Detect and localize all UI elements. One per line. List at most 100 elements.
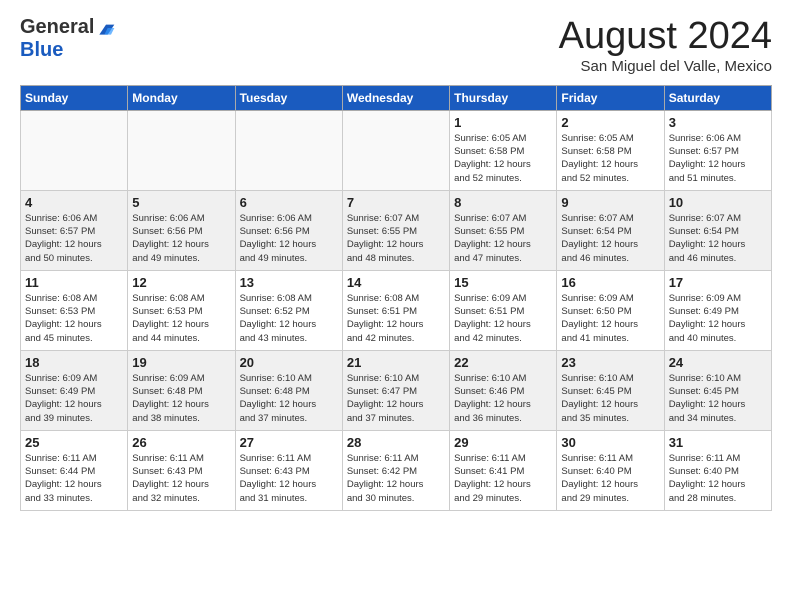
day-number: 21 (347, 355, 445, 370)
day-number: 25 (25, 435, 123, 450)
table-row: 12Sunrise: 6:08 AM Sunset: 6:53 PM Dayli… (128, 270, 235, 350)
calendar-row: 4Sunrise: 6:06 AM Sunset: 6:57 PM Daylig… (21, 190, 772, 270)
day-info: Sunrise: 6:06 AM Sunset: 6:56 PM Dayligh… (240, 212, 338, 265)
table-row: 28 Sunrise: 6:11 AM Sunset: 6:42 PM Dayli… (342, 430, 449, 510)
table-row: 19Sunrise: 6:09 AM Sunset: 6:48 PM Dayli… (128, 350, 235, 430)
table-row: 24 Sunrise: 6:10 AM Sunset: 6:45 PM Dayli… (664, 350, 771, 430)
day-number: 31 (669, 435, 767, 450)
logo-blue: Blue (20, 39, 63, 62)
calendar-row: 11 Sunrise: 6:08 AM Sunset: 6:53 PM Dayli… (21, 270, 772, 350)
day-number: 1 (454, 115, 552, 130)
day-number: 23 (561, 355, 659, 370)
day-info: Sunrise: 6:08 AM Sunset: 6:52 PM Dayligh… (240, 292, 338, 345)
location: San Miguel del Valle, Mexico (559, 58, 772, 75)
day-info: Sunrise: 6:10 AM Sunset: 6:45 PM Dayligh… (669, 372, 767, 425)
col-friday: Friday (557, 85, 664, 110)
day-number: 13 (240, 275, 338, 290)
day-number: 29 (454, 435, 552, 450)
table-row (128, 110, 235, 190)
day-number: 17 (669, 275, 767, 290)
day-number: 11 (25, 275, 123, 290)
table-row: 25 Sunrise: 6:11 AM Sunset: 6:44 PM Dayli… (21, 430, 128, 510)
table-row: 26 Sunrise: 6:11 AM Sunset: 6:43 PM Dayli… (128, 430, 235, 510)
day-number: 7 (347, 195, 445, 210)
day-number: 15 (454, 275, 552, 290)
calendar-row: 18Sunrise: 6:09 AM Sunset: 6:49 PM Dayli… (21, 350, 772, 430)
table-row: 3Sunrise: 6:06 AM Sunset: 6:57 PM Daylig… (664, 110, 771, 190)
logo-icon (96, 18, 116, 38)
day-number: 9 (561, 195, 659, 210)
day-number: 16 (561, 275, 659, 290)
day-number: 6 (240, 195, 338, 210)
table-row: 27Sunrise: 6:11 AM Sunset: 6:43 PM Dayli… (235, 430, 342, 510)
table-row: 21 Sunrise: 6:10 AM Sunset: 6:47 PM Dayli… (342, 350, 449, 430)
day-number: 30 (561, 435, 659, 450)
calendar-row: 25 Sunrise: 6:11 AM Sunset: 6:44 PM Dayli… (21, 430, 772, 510)
day-info: Sunrise: 6:06 AM Sunset: 6:57 PM Dayligh… (25, 212, 123, 265)
table-row: 2Sunrise: 6:05 AM Sunset: 6:58 PM Daylig… (557, 110, 664, 190)
day-info: Sunrise: 6:09 AM Sunset: 6:50 PM Dayligh… (561, 292, 659, 345)
day-info: Sunrise: 6:11 AM Sunset: 6:44 PM Dayligh… (25, 452, 123, 505)
day-info: Sunrise: 6:07 AM Sunset: 6:55 PM Dayligh… (347, 212, 445, 265)
day-number: 24 (669, 355, 767, 370)
day-info: Sunrise: 6:10 AM Sunset: 6:45 PM Dayligh… (561, 372, 659, 425)
table-row: 31Sunrise: 6:11 AM Sunset: 6:40 PM Dayli… (664, 430, 771, 510)
day-info: Sunrise: 6:09 AM Sunset: 6:51 PM Dayligh… (454, 292, 552, 345)
day-info: Sunrise: 6:06 AM Sunset: 6:57 PM Dayligh… (669, 132, 767, 185)
day-info: Sunrise: 6:11 AM Sunset: 6:42 PM Dayligh… (347, 452, 445, 505)
table-row: 9 Sunrise: 6:07 AM Sunset: 6:54 PM Daylig… (557, 190, 664, 270)
table-row: 6 Sunrise: 6:06 AM Sunset: 6:56 PM Daylig… (235, 190, 342, 270)
day-info: Sunrise: 6:11 AM Sunset: 6:41 PM Dayligh… (454, 452, 552, 505)
day-info: Sunrise: 6:07 AM Sunset: 6:55 PM Dayligh… (454, 212, 552, 265)
table-row: 11 Sunrise: 6:08 AM Sunset: 6:53 PM Dayli… (21, 270, 128, 350)
day-info: Sunrise: 6:05 AM Sunset: 6:58 PM Dayligh… (454, 132, 552, 185)
col-saturday: Saturday (664, 85, 771, 110)
table-row: 4Sunrise: 6:06 AM Sunset: 6:57 PM Daylig… (21, 190, 128, 270)
day-number: 8 (454, 195, 552, 210)
table-row: 10 Sunrise: 6:07 AM Sunset: 6:54 PM Dayli… (664, 190, 771, 270)
logo-general: General (20, 16, 94, 39)
day-info: Sunrise: 6:09 AM Sunset: 6:48 PM Dayligh… (132, 372, 230, 425)
table-row: 22Sunrise: 6:10 AM Sunset: 6:46 PM Dayli… (450, 350, 557, 430)
table-row: 7 Sunrise: 6:07 AM Sunset: 6:55 PM Daylig… (342, 190, 449, 270)
day-info: Sunrise: 6:09 AM Sunset: 6:49 PM Dayligh… (25, 372, 123, 425)
day-info: Sunrise: 6:11 AM Sunset: 6:43 PM Dayligh… (132, 452, 230, 505)
day-info: Sunrise: 6:09 AM Sunset: 6:49 PM Dayligh… (669, 292, 767, 345)
table-row: 5 Sunrise: 6:06 AM Sunset: 6:56 PM Daylig… (128, 190, 235, 270)
table-row (342, 110, 449, 190)
calendar-table: Sunday Monday Tuesday Wednesday Thursday… (20, 85, 772, 511)
month-title: August 2024 (559, 16, 772, 58)
day-info: Sunrise: 6:11 AM Sunset: 6:43 PM Dayligh… (240, 452, 338, 505)
header-row: Sunday Monday Tuesday Wednesday Thursday… (21, 85, 772, 110)
table-row: 23 Sunrise: 6:10 AM Sunset: 6:45 PM Dayli… (557, 350, 664, 430)
col-wednesday: Wednesday (342, 85, 449, 110)
table-row: 15 Sunrise: 6:09 AM Sunset: 6:51 PM Dayli… (450, 270, 557, 350)
col-tuesday: Tuesday (235, 85, 342, 110)
table-row: 18Sunrise: 6:09 AM Sunset: 6:49 PM Dayli… (21, 350, 128, 430)
table-row: 13 Sunrise: 6:08 AM Sunset: 6:52 PM Dayli… (235, 270, 342, 350)
table-row (21, 110, 128, 190)
day-info: Sunrise: 6:10 AM Sunset: 6:47 PM Dayligh… (347, 372, 445, 425)
table-row: 14Sunrise: 6:08 AM Sunset: 6:51 PM Dayli… (342, 270, 449, 350)
logo: General Blue (20, 16, 116, 62)
table-row: 16 Sunrise: 6:09 AM Sunset: 6:50 PM Dayli… (557, 270, 664, 350)
day-number: 26 (132, 435, 230, 450)
day-info: Sunrise: 6:07 AM Sunset: 6:54 PM Dayligh… (561, 212, 659, 265)
day-number: 5 (132, 195, 230, 210)
day-number: 10 (669, 195, 767, 210)
title-section: August 2024 San Miguel del Valle, Mexico (559, 16, 772, 75)
day-number: 28 (347, 435, 445, 450)
day-info: Sunrise: 6:05 AM Sunset: 6:58 PM Dayligh… (561, 132, 659, 185)
day-number: 22 (454, 355, 552, 370)
col-thursday: Thursday (450, 85, 557, 110)
day-number: 14 (347, 275, 445, 290)
day-info: Sunrise: 6:07 AM Sunset: 6:54 PM Dayligh… (669, 212, 767, 265)
calendar-page: General Blue August 2024 San Miguel del … (0, 0, 792, 523)
col-monday: Monday (128, 85, 235, 110)
table-row: 30 Sunrise: 6:11 AM Sunset: 6:40 PM Dayli… (557, 430, 664, 510)
day-info: Sunrise: 6:08 AM Sunset: 6:53 PM Dayligh… (25, 292, 123, 345)
day-number: 20 (240, 355, 338, 370)
day-info: Sunrise: 6:11 AM Sunset: 6:40 PM Dayligh… (561, 452, 659, 505)
day-info: Sunrise: 6:06 AM Sunset: 6:56 PM Dayligh… (132, 212, 230, 265)
table-row: 20Sunrise: 6:10 AM Sunset: 6:48 PM Dayli… (235, 350, 342, 430)
